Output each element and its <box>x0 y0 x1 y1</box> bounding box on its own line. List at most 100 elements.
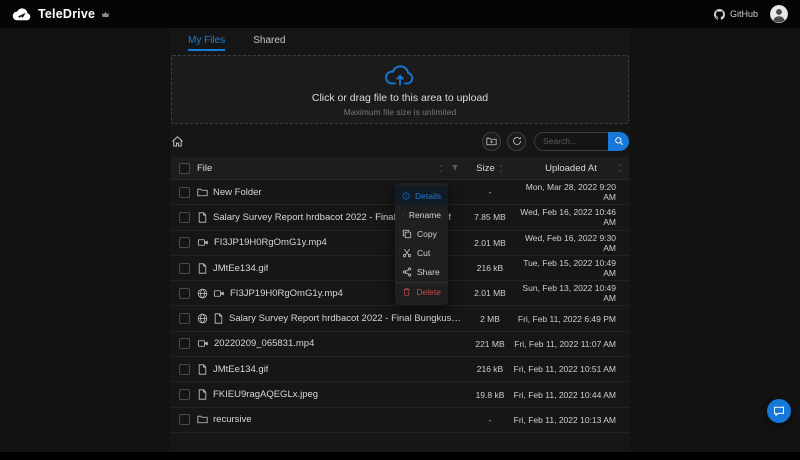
row-checkbox[interactable] <box>178 186 190 198</box>
file-icon <box>213 313 224 324</box>
globe-icon <box>197 288 208 299</box>
new-folder-button[interactable] <box>482 131 501 151</box>
globe-icon <box>197 313 208 324</box>
file-name[interactable]: recursive <box>213 414 252 425</box>
context-menu-item-rename[interactable]: Rename <box>395 205 448 224</box>
row-checkbox[interactable] <box>178 389 190 401</box>
toolbar <box>171 130 629 152</box>
row-checkbox[interactable] <box>178 363 190 375</box>
column-header-size[interactable]: Size <box>467 163 513 174</box>
file-size: 2.01 MB <box>474 288 506 299</box>
row-checkbox[interactable] <box>178 313 190 325</box>
table-row[interactable]: recursive - Fri, Feb 11, 2022 10:13 AM <box>171 408 629 433</box>
share-icon <box>402 267 412 277</box>
file-size: 221 MB <box>475 338 505 349</box>
uploaded-at-sort-control[interactable] <box>617 164 623 173</box>
file-uploaded-at: Wed, Feb 16, 2022 10:46 AM <box>520 207 616 228</box>
file-sort-control[interactable] <box>438 164 444 173</box>
file-name[interactable]: FI3JP19H0RgOmG1y.mp4 <box>214 237 327 248</box>
file-size: 7.85 MB <box>474 212 506 223</box>
file-name[interactable]: FKIEU9ragAQEGLx.jpeg <box>213 389 318 400</box>
file-uploaded-at: Tue, Feb 15, 2022 10:49 AM <box>523 258 616 279</box>
folder-icon <box>197 414 208 425</box>
video-icon <box>213 288 225 299</box>
column-header-uploaded-at[interactable]: Uploaded At <box>513 163 629 174</box>
edit-icon <box>402 210 404 220</box>
column-header-file[interactable]: File <box>197 163 467 174</box>
home-button[interactable] <box>171 135 184 148</box>
caret-down-icon <box>617 169 623 173</box>
table-row[interactable]: JMtEe134.gif 216 kB Fri, Feb 11, 2022 10… <box>171 357 629 383</box>
file-icon <box>197 389 208 400</box>
filter-icon[interactable] <box>451 164 459 172</box>
folder-icon <box>197 187 208 198</box>
video-icon <box>197 338 209 349</box>
row-checkbox[interactable] <box>178 287 190 299</box>
file-uploaded-at: Wed, Feb 16, 2022 9:30 AM <box>524 232 616 253</box>
file-name[interactable]: JMtEe134.gif <box>213 263 268 274</box>
table-header: File Size Uploaded At <box>171 157 629 180</box>
row-checkbox[interactable] <box>178 237 190 249</box>
avatar-icon <box>770 5 788 23</box>
context-menu-item-share[interactable]: Share <box>395 263 448 282</box>
row-checkbox[interactable] <box>178 414 190 426</box>
file-name[interactable]: JMtEe134.gif <box>213 364 268 375</box>
file-name[interactable]: 20220209_065831.mp4 <box>214 338 314 349</box>
search-icon <box>614 136 624 146</box>
info-icon <box>402 191 410 201</box>
chat-fab-button[interactable] <box>767 399 791 423</box>
search-button[interactable] <box>608 131 629 151</box>
video-icon <box>197 237 209 248</box>
crown-icon <box>101 10 110 19</box>
search-group <box>534 131 629 151</box>
brand[interactable]: TeleDrive <box>12 7 110 21</box>
file-name[interactable]: FI3JP19H0RgOmG1y.mp4 <box>230 288 343 299</box>
select-all-checkbox[interactable] <box>178 162 190 174</box>
row-checkbox[interactable] <box>178 262 190 274</box>
context-menu-item-cut[interactable]: Cut <box>395 244 448 263</box>
github-label: GitHub <box>729 9 758 19</box>
file-uploaded-at: Fri, Feb 11, 2022 10:44 AM <box>513 389 616 400</box>
file-size: - <box>488 414 492 425</box>
file-uploaded-at: Fri, Feb 11, 2022 10:51 AM <box>513 364 616 375</box>
row-checkbox[interactable] <box>178 338 190 350</box>
row-checkbox[interactable] <box>178 211 190 223</box>
file-icon <box>197 263 208 274</box>
file-size: - <box>488 187 492 198</box>
caret-up-icon <box>498 164 504 168</box>
table-row[interactable]: Salary Survey Report hrdbacot 2022 - Fin… <box>171 306 629 332</box>
caret-up-icon <box>438 164 444 168</box>
file-column-label: File <box>197 162 213 174</box>
tab-my-files[interactable]: My Files <box>188 28 226 52</box>
uploaded-at-column-label: Uploaded At <box>545 162 597 174</box>
context-menu-item-copy[interactable]: Copy <box>395 224 448 243</box>
teledrive-logo-icon <box>12 7 32 21</box>
refresh-button[interactable] <box>507 131 526 151</box>
context-menu-item-delete[interactable]: Delete <box>395 281 448 302</box>
file-name[interactable]: New Folder <box>213 187 262 198</box>
github-icon <box>714 9 725 20</box>
scissors-icon <box>402 248 412 258</box>
file-size: 19.8 kB <box>475 389 505 400</box>
bottom-bar <box>0 452 800 460</box>
file-uploaded-at: Fri, Feb 11, 2022 6:49 PM <box>517 313 616 324</box>
file-size: 216 kB <box>476 263 504 274</box>
cloud-upload-icon <box>383 63 417 89</box>
trash-icon <box>402 287 411 297</box>
user-avatar[interactable] <box>770 5 788 23</box>
file-uploaded-at: Fri, Feb 11, 2022 11:07 AM <box>514 338 616 349</box>
context-menu-item-details[interactable]: Details <box>395 186 448 206</box>
file-name[interactable]: Salary Survey Report hrdbacot 2022 - Fin… <box>229 313 461 324</box>
context-menu: Details Rename Copy Cut Share Delete <box>395 183 448 305</box>
file-size: 216 kB <box>476 364 504 375</box>
tab-bar: My Files Shared <box>170 28 630 52</box>
caret-up-icon <box>617 164 623 168</box>
search-input[interactable] <box>534 131 608 151</box>
github-link[interactable]: GitHub <box>714 9 758 20</box>
table-row[interactable]: 20220209_065831.mp4 221 MB Fri, Feb 11, … <box>171 332 629 358</box>
upload-dropzone[interactable]: Click or drag file to this area to uploa… <box>171 55 629 124</box>
caret-down-icon <box>438 169 444 173</box>
size-sort-control[interactable] <box>498 164 504 173</box>
table-row[interactable]: FKIEU9ragAQEGLx.jpeg 19.8 kB Fri, Feb 11… <box>171 382 629 408</box>
tab-shared[interactable]: Shared <box>253 28 285 52</box>
